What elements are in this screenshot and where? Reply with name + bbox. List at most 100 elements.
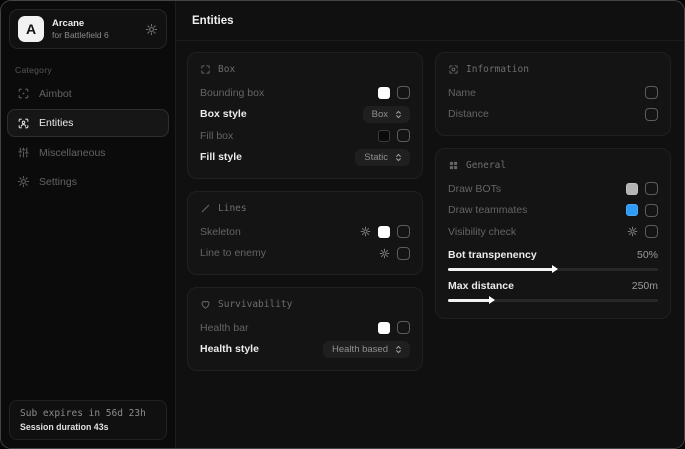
gear-icon[interactable] (360, 226, 371, 237)
sidebar-nav: Aimbot Entities Miscel (1, 79, 175, 196)
slider-thumb[interactable] (489, 296, 495, 304)
setting-label: Fill box (200, 130, 378, 142)
setting-row-draw-bots: Draw BOTs (448, 178, 658, 200)
checkbox[interactable] (645, 204, 658, 217)
slider-value: 50% (637, 249, 658, 261)
setting-label: Draw BOTs (448, 183, 626, 195)
setting-row-draw-teammates: Draw teammates (448, 200, 658, 222)
gear-icon (17, 175, 30, 188)
slider-thumb[interactable] (552, 265, 558, 273)
sidebar-item-settings[interactable]: Settings (7, 168, 169, 195)
setting-label: Bot transpenency (448, 249, 637, 261)
setting-label: Line to enemy (200, 247, 379, 259)
setting-row-line-to-enemy: Line to enemy (200, 243, 410, 265)
page-header: Entities (176, 1, 684, 41)
panel-title: General (466, 160, 506, 171)
box-style-dropdown[interactable]: Box (363, 106, 410, 123)
checkbox[interactable] (645, 86, 658, 99)
sidebar-item-label: Aimbot (39, 88, 72, 100)
checkbox[interactable] (397, 225, 410, 238)
dropdown-value: Static (364, 152, 388, 163)
checkbox[interactable] (397, 247, 410, 260)
dropdown-value: Box (372, 109, 388, 120)
max-distance-slider[interactable] (448, 299, 658, 302)
setting-label: Health bar (200, 322, 378, 334)
content: Box Bounding box Box style Box (176, 41, 684, 448)
sidebar-item-label: Miscellaneous (39, 147, 106, 159)
sidebar-item-entities[interactable]: Entities (7, 109, 169, 137)
entity-scan-icon (17, 117, 30, 130)
session-duration-text: Session duration 43s (20, 422, 156, 432)
setting-label: Visibility check (448, 226, 627, 238)
panel-box: Box Bounding box Box style Box (187, 52, 423, 179)
checkbox[interactable] (397, 321, 410, 334)
subscription-card: Sub expires in 56d 23h Session duration … (9, 400, 167, 440)
sliders-icon (17, 146, 30, 159)
right-column: Information Name Distance (435, 52, 671, 319)
color-swatch[interactable] (626, 183, 638, 195)
setting-max-distance: Max distance 250m (448, 277, 658, 302)
chevrons-up-down-icon (394, 110, 403, 119)
setting-row-health-bar: Health bar (200, 317, 410, 339)
setting-row-fill-box: Fill box (200, 125, 410, 147)
setting-label: Max distance (448, 280, 632, 292)
chevrons-up-down-icon (394, 153, 403, 162)
app-subtitle: for Battlefield 6 (52, 30, 137, 41)
sidebar-item-miscellaneous[interactable]: Miscellaneous (7, 139, 169, 166)
heart-icon (200, 299, 211, 310)
sidebar-item-aimbot[interactable]: Aimbot (7, 80, 169, 107)
panel-information: Information Name Distance (435, 52, 671, 136)
dropdown-value: Health based (332, 344, 388, 355)
gear-icon[interactable] (379, 248, 390, 259)
setting-bot-transparency: Bot transpenency 50% (448, 246, 658, 271)
color-swatch[interactable] (378, 130, 390, 142)
sidebar-item-label: Entities (39, 117, 73, 129)
setting-label: Bounding box (200, 87, 378, 99)
checkbox[interactable] (397, 86, 410, 99)
panel-title: Information (466, 64, 529, 75)
page-title: Entities (192, 15, 234, 27)
health-style-dropdown[interactable]: Health based (323, 341, 410, 358)
checkbox[interactable] (645, 182, 658, 195)
logo-card: A Arcane for Battlefield 6 (9, 9, 167, 49)
category-label: Category (1, 57, 175, 79)
panel-title: Lines (218, 203, 247, 214)
app-logo: A (18, 16, 44, 42)
chevrons-up-down-icon (394, 345, 403, 354)
setting-label: Name (448, 87, 645, 99)
main-area: Entities Box Bounding bo (176, 1, 684, 448)
color-swatch[interactable] (378, 226, 390, 238)
sub-expiry-text: Sub expires in 56d 23h (20, 408, 156, 419)
info-scan-icon (448, 64, 459, 75)
panel-title: Box (218, 64, 235, 75)
grid-icon (448, 160, 459, 171)
panel-general: General Draw BOTs Draw teammates (435, 148, 671, 319)
setting-label: Draw teammates (448, 204, 626, 216)
checkbox[interactable] (397, 129, 410, 142)
setting-row-visibility-check: Visibility check (448, 221, 658, 243)
bot-transparency-slider[interactable] (448, 268, 658, 271)
panel-lines: Lines Skeleton (187, 191, 423, 275)
setting-row-fill-style: Fill style Static (200, 147, 410, 169)
setting-label: Skeleton (200, 226, 360, 238)
sidebar: A Arcane for Battlefield 6 Category (1, 1, 176, 448)
color-swatch[interactable] (378, 87, 390, 99)
setting-row-box-style: Box style Box (200, 104, 410, 126)
app-title: Arcane (52, 18, 137, 30)
panel-title: Survivability (218, 299, 292, 310)
color-swatch[interactable] (626, 204, 638, 216)
sidebar-item-label: Settings (39, 176, 77, 188)
setting-label: Fill style (200, 151, 355, 163)
gear-icon[interactable] (627, 226, 638, 237)
gear-icon[interactable] (145, 23, 158, 36)
crosshair-icon (17, 87, 30, 100)
fill-style-dropdown[interactable]: Static (355, 149, 410, 166)
line-icon (200, 203, 211, 214)
checkbox[interactable] (645, 225, 658, 238)
checkbox[interactable] (645, 108, 658, 121)
box-icon (200, 64, 211, 75)
color-swatch[interactable] (378, 322, 390, 334)
panel-survivability: Survivability Health bar Health style He… (187, 287, 423, 371)
setting-label: Box style (200, 108, 363, 120)
setting-label: Health style (200, 343, 323, 355)
